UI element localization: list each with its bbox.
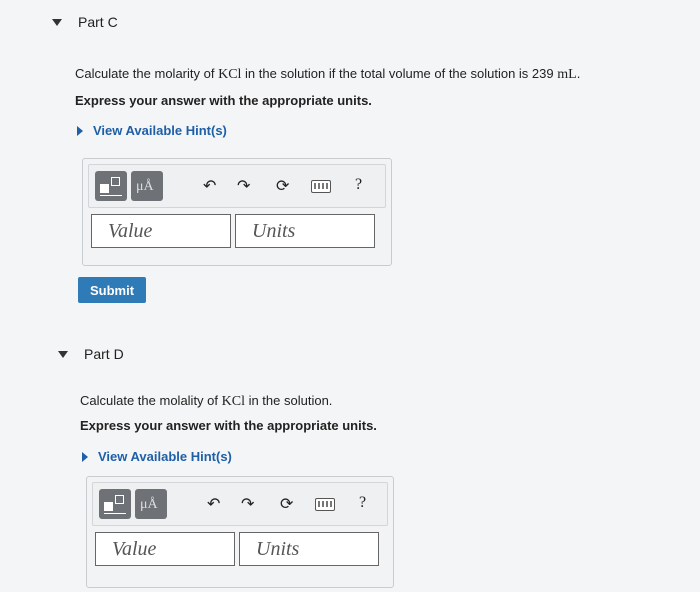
hint-label: View Available Hint(s) xyxy=(93,123,227,138)
part-c-toolbar: μÅ ↶ ↷ ⟳ ? xyxy=(88,164,386,208)
value-input[interactable]: Value xyxy=(91,214,231,248)
page: Part C Calculate the molarity of KCl in … xyxy=(0,0,700,592)
redo-icon[interactable]: ↷ xyxy=(237,176,250,196)
units-input[interactable]: Units xyxy=(239,532,379,566)
reset-icon[interactable]: ⟳ xyxy=(276,176,289,196)
units-icon[interactable]: μÅ xyxy=(131,171,163,201)
part-d-title: Part D xyxy=(84,346,124,362)
part-d-prompt: Calculate the molality of KCl in the sol… xyxy=(80,393,333,409)
part-d-instruction: Express your answer with the appropriate… xyxy=(80,418,377,433)
templates-icon[interactable] xyxy=(95,171,127,201)
reset-icon[interactable]: ⟳ xyxy=(280,494,293,514)
keyboard-icon[interactable] xyxy=(315,498,335,511)
undo-icon[interactable]: ↶ xyxy=(207,494,220,514)
part-c-hint-toggle[interactable]: View Available Hint(s) xyxy=(77,123,227,138)
part-c-section: Part C Calculate the molarity of KCl in … xyxy=(0,0,700,330)
value-input[interactable]: Value xyxy=(95,532,235,566)
submit-button[interactable]: Submit xyxy=(78,277,146,303)
part-d-hint-toggle[interactable]: View Available Hint(s) xyxy=(82,449,232,464)
units-input[interactable]: Units xyxy=(235,214,375,248)
part-d-answer-box: μÅ ↶ ↷ ⟳ ? Value Units xyxy=(86,476,394,588)
chem-formula: KCl xyxy=(218,67,242,82)
part-d-section: Part D Calculate the molality of KCl in … xyxy=(0,330,700,592)
keyboard-icon[interactable] xyxy=(311,180,331,193)
hint-label: View Available Hint(s) xyxy=(98,449,232,464)
part-c-instruction: Express your answer with the appropriate… xyxy=(75,93,372,108)
help-icon[interactable]: ? xyxy=(359,494,366,512)
units-icon[interactable]: μÅ xyxy=(135,489,167,519)
templates-icon[interactable] xyxy=(99,489,131,519)
part-c-title: Part C xyxy=(78,14,118,30)
chem-formula: KCl xyxy=(221,394,245,409)
expand-caret-icon xyxy=(82,451,88,462)
part-c-prompt: Calculate the molarity of KCl in the sol… xyxy=(75,66,581,82)
part-d-toolbar: μÅ ↶ ↷ ⟳ ? xyxy=(92,482,388,526)
unit-ml: mL xyxy=(557,67,577,82)
part-d-header[interactable]: Part D xyxy=(58,346,124,362)
help-icon[interactable]: ? xyxy=(355,176,362,194)
expand-caret-icon xyxy=(77,125,83,136)
part-c-answer-box: μÅ ↶ ↷ ⟳ ? Value Units xyxy=(82,158,392,266)
collapse-caret-icon xyxy=(52,18,62,26)
undo-icon[interactable]: ↶ xyxy=(203,176,216,196)
collapse-caret-icon xyxy=(58,350,68,358)
part-c-header[interactable]: Part C xyxy=(52,14,118,30)
redo-icon[interactable]: ↷ xyxy=(241,494,254,514)
